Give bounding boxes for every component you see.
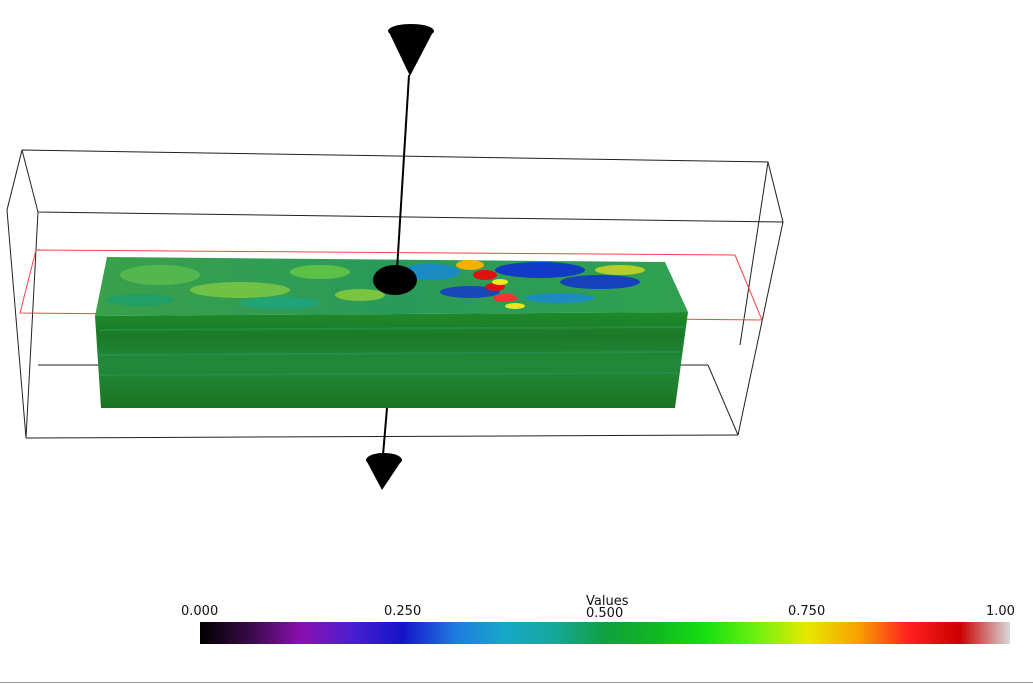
colorbar-tick-4: 1.00 [986, 604, 1015, 619]
volume-front-face [95, 312, 688, 408]
colorbar-tick-2: 0.500 [586, 606, 624, 621]
colorbar-tick-3: 0.750 [788, 604, 826, 619]
colorbar-gradient [200, 622, 1010, 644]
render-viewport[interactable] [0, 0, 1033, 686]
line-probe-widget[interactable] [366, 24, 434, 490]
viewport-bottom-divider [0, 682, 1033, 683]
colorbar-tick-1: 0.250 [384, 604, 422, 619]
colorbar-tick-0: 0.000 [181, 604, 219, 619]
probe-handle-sphere-icon [373, 265, 417, 295]
